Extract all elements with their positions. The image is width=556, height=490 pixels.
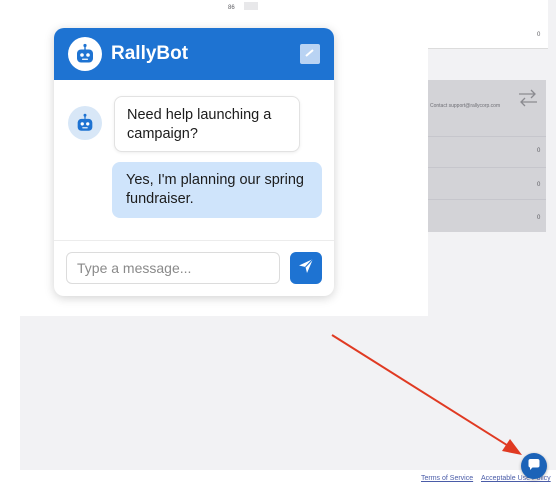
row-divider [428, 136, 546, 137]
minimize-button[interactable] [300, 44, 320, 64]
terms-of-service-link[interactable]: Terms of Service [421, 475, 473, 482]
right-value-1: 0 [537, 32, 541, 38]
swap-arrows-icon[interactable] [516, 88, 540, 113]
input-divider [54, 240, 334, 241]
right-value-2: 0 [537, 148, 541, 154]
chat-title: RallyBot [111, 43, 189, 64]
message-input[interactable] [66, 252, 280, 284]
right-value-4: 0 [537, 215, 541, 221]
chat-header: RallyBot [54, 28, 334, 80]
chat-bubble-icon [527, 457, 541, 476]
top-bar-stub [244, 2, 258, 10]
chat-widget: RallyBot Need help launching a campaign?… [54, 28, 334, 296]
chat-launcher-button[interactable] [521, 453, 547, 479]
annotation-arrow [331, 334, 522, 455]
robot-head-icon [68, 37, 102, 71]
send-button[interactable] [290, 252, 322, 284]
contact-text: Contact support@rallycorp.com [430, 103, 501, 109]
right-top-panel [428, 0, 548, 49]
robot-head-icon [68, 106, 102, 140]
top-value: 86 [228, 5, 235, 11]
paper-plane-icon [298, 258, 314, 279]
bot-message: Need help launching a campaign? [114, 96, 300, 152]
row-divider [428, 167, 546, 168]
row-divider [428, 199, 546, 200]
right-value-3: 0 [537, 182, 541, 188]
minimize-icon [305, 45, 315, 63]
user-message: Yes, I'm planning our spring fundraiser. [112, 162, 322, 218]
